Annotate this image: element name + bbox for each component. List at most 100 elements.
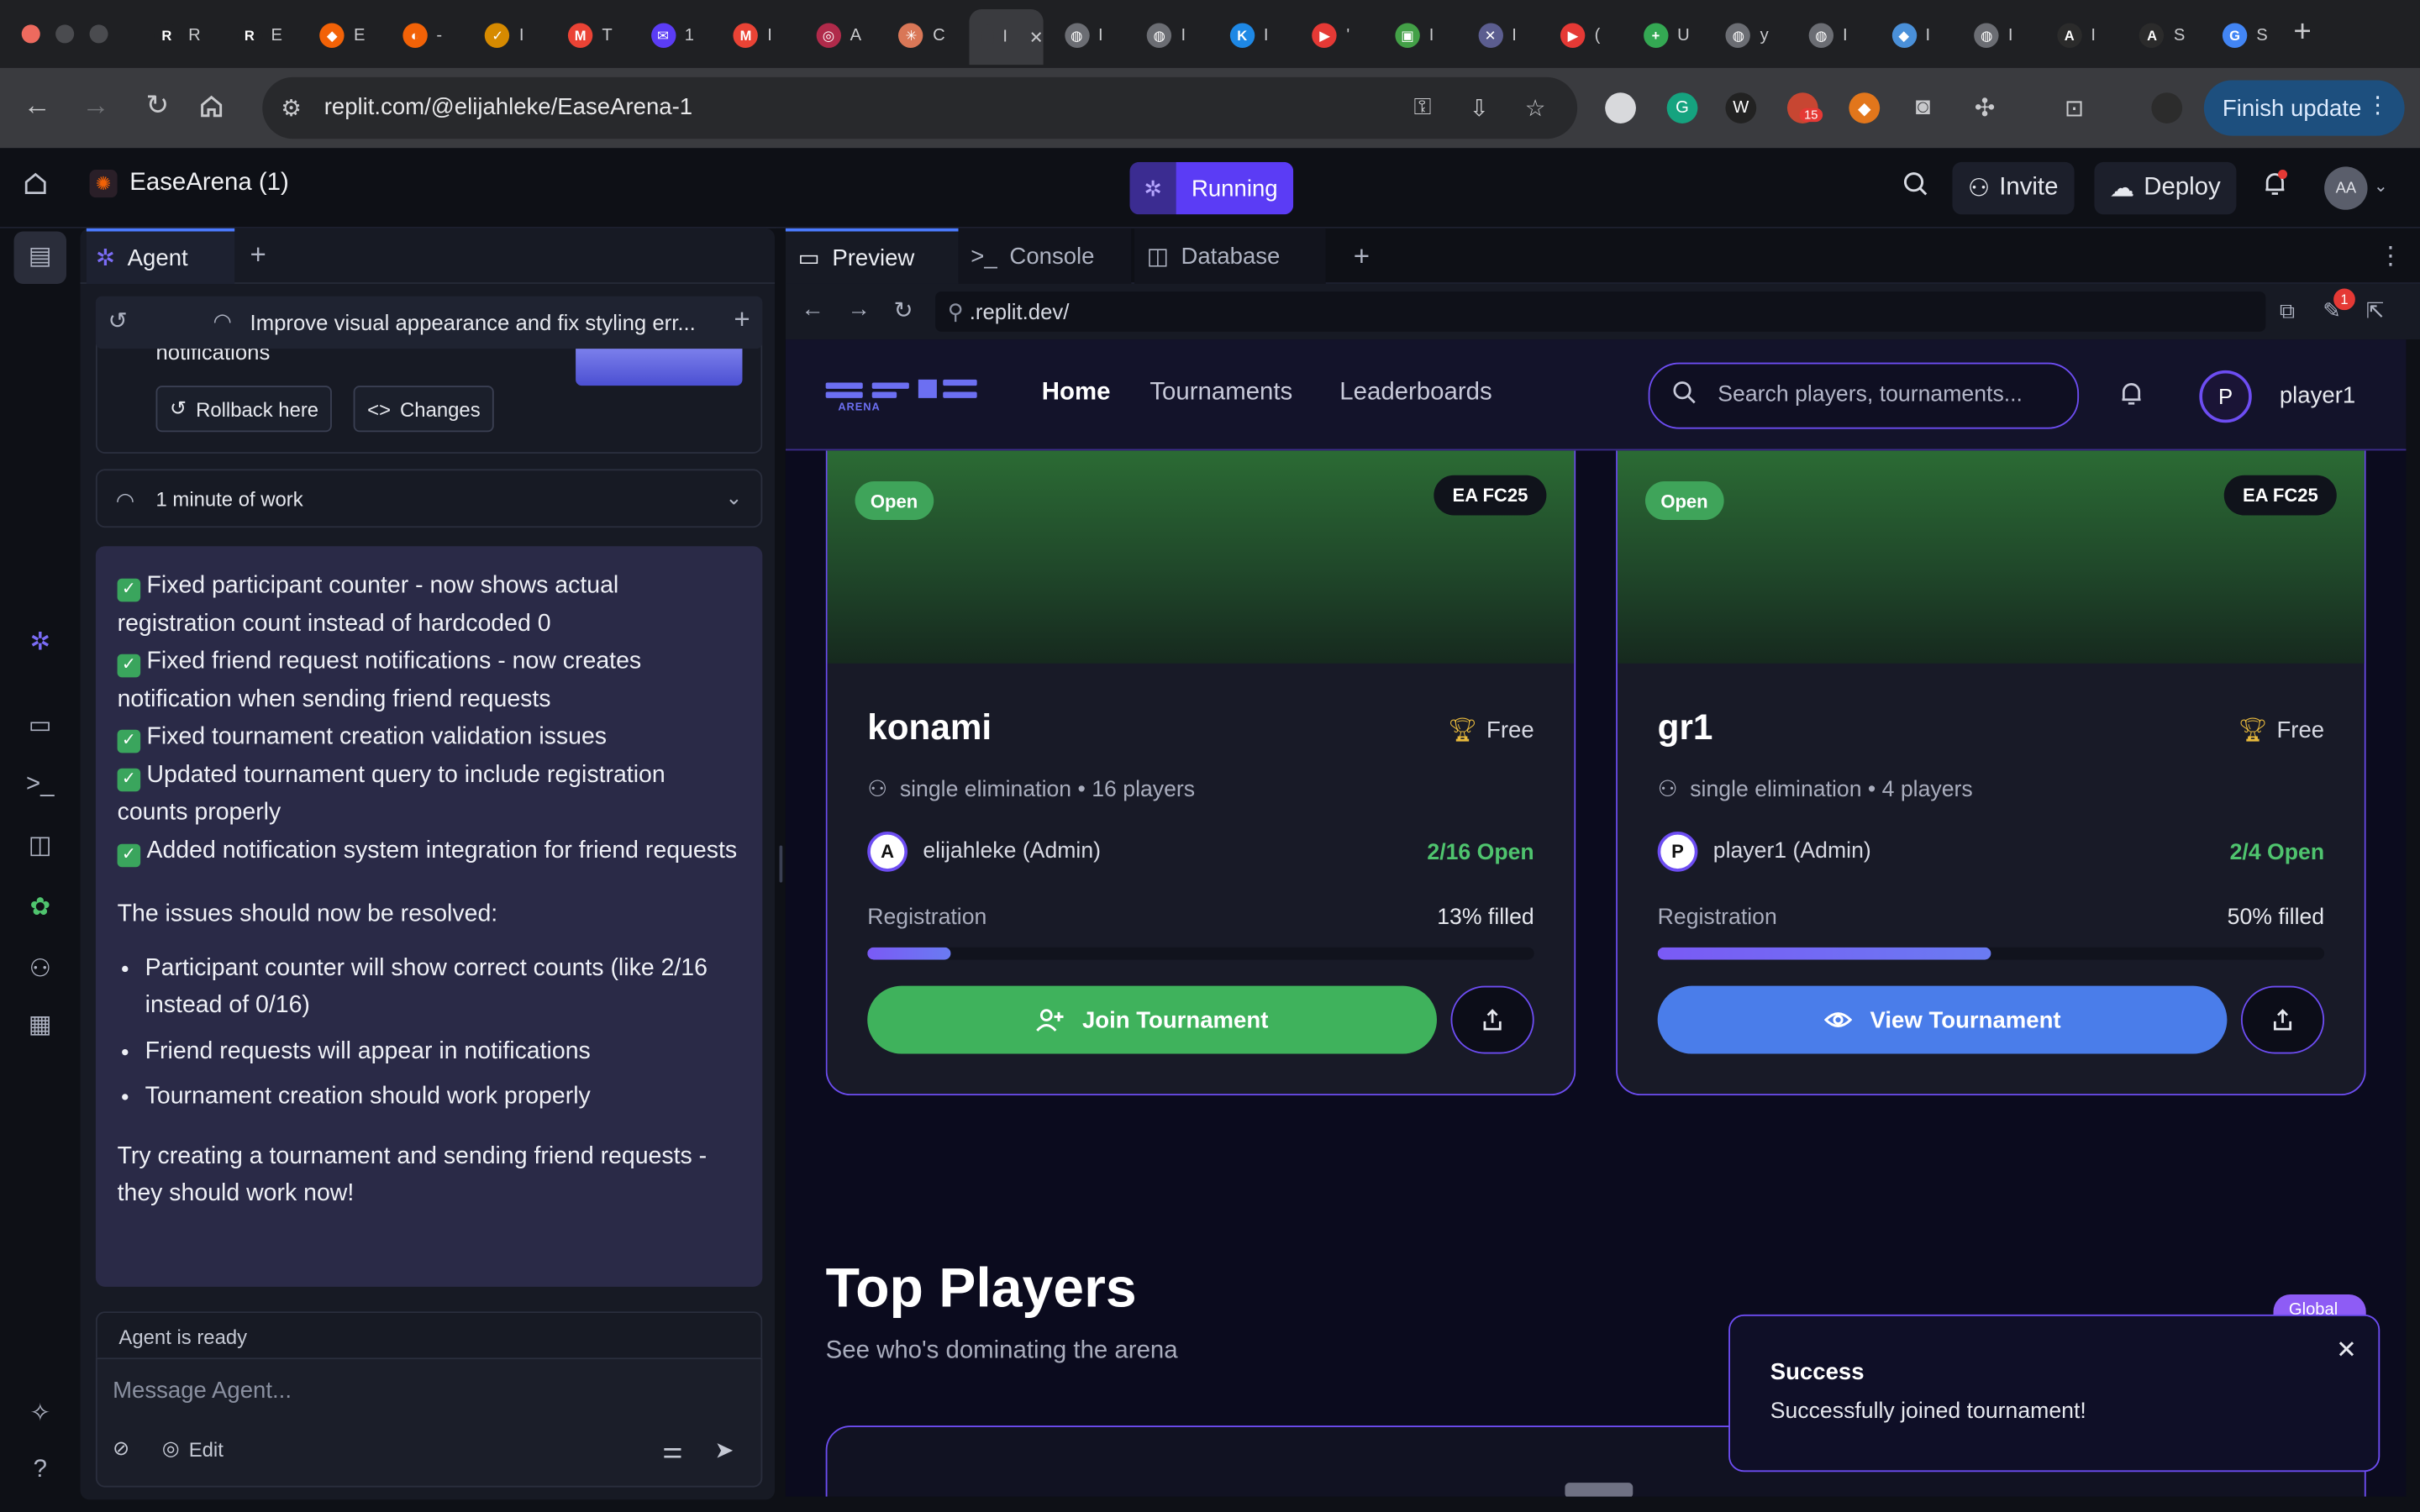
- minimize-window-button[interactable]: [55, 24, 75, 44]
- chevron-down-icon[interactable]: ⌄: [2374, 176, 2388, 196]
- camera-icon[interactable]: ◙: [1907, 92, 1939, 123]
- preview-url-field[interactable]: ⚲ .replit.dev/: [935, 291, 2266, 332]
- new-thread-button[interactable]: +: [734, 304, 750, 337]
- reload-icon[interactable]: ↻: [139, 90, 176, 123]
- metamask-icon[interactable]: ◆: [1849, 92, 1881, 123]
- browser-tab[interactable]: ✓ I: [473, 13, 544, 59]
- browser-tab[interactable]: ◍ I: [1962, 13, 2033, 59]
- browser-tab[interactable]: ✳ C: [886, 13, 957, 59]
- nav-home[interactable]: Home: [1042, 380, 1111, 407]
- install-app-icon[interactable]: ⇩: [1470, 94, 1489, 122]
- repl-name[interactable]: ✺ EaseArena (1): [89, 170, 289, 198]
- tab-agent[interactable]: ✲ Agent: [86, 228, 235, 284]
- agent-icon[interactable]: ✲: [24, 627, 55, 658]
- bookmark-star-icon[interactable]: ☆: [1525, 94, 1546, 122]
- deploy-button[interactable]: ☁ Deploy: [2094, 161, 2237, 215]
- browser-tab[interactable]: AI: [2044, 13, 2115, 59]
- new-tab-button[interactable]: +: [2293, 15, 2311, 50]
- wordpress-icon[interactable]: W: [1725, 92, 1757, 123]
- changes-button[interactable]: <> Changes: [353, 386, 495, 433]
- browser-tab[interactable]: ▶(: [1549, 13, 1619, 59]
- rollback-button[interactable]: ↺ Rollback here: [155, 386, 333, 433]
- terminal-icon[interactable]: >_: [24, 771, 55, 799]
- tournament-action-button[interactable]: Join Tournament: [867, 985, 1437, 1054]
- settings-sliders-icon[interactable]: ⚌: [662, 1436, 683, 1464]
- browser-tab[interactable]: ◍ I: [1052, 13, 1123, 59]
- home-icon[interactable]: [197, 90, 234, 121]
- password-key-icon[interactable]: ⚿: [1413, 94, 1431, 120]
- back-icon[interactable]: ←: [18, 90, 55, 123]
- maximize-window-button[interactable]: [89, 24, 108, 44]
- send-icon[interactable]: ➤: [714, 1436, 734, 1464]
- attach-icon[interactable]: ⊘: [113, 1436, 129, 1461]
- extension-badge-icon[interactable]: 15: [1786, 92, 1823, 123]
- work-summary[interactable]: ◠ 1 minute of work ⌄: [95, 469, 763, 528]
- tab-search-icon[interactable]: ⊡: [2059, 92, 2090, 123]
- player-username[interactable]: player1: [2280, 383, 2355, 409]
- history-icon[interactable]: ↺: [108, 307, 128, 334]
- all-tools-grid-icon[interactable]: ▦: [24, 1009, 55, 1040]
- notifications-bell-icon[interactable]: [2119, 380, 2144, 407]
- browser-tab[interactable]: ◎ A: [804, 13, 875, 59]
- users-icon[interactable]: ⚇: [24, 953, 55, 984]
- alerts-icon[interactable]: ✧: [24, 1398, 55, 1429]
- agent-thread-header[interactable]: ↺ ◠ Improve visual appearance and fix st…: [95, 296, 763, 349]
- deployments-icon[interactable]: ✿: [24, 892, 55, 923]
- browser-tab[interactable]: MT: [555, 13, 626, 59]
- tournament-card[interactable]: Open EA FC25 gr1 🏆︎ Free ⚇ single elimination …: [1616, 450, 2366, 1096]
- nav-tournaments[interactable]: Tournaments: [1150, 380, 1292, 407]
- player-avatar[interactable]: P: [2199, 370, 2252, 423]
- devices-icon[interactable]: ⧉: [2280, 297, 2295, 323]
- forward-icon[interactable]: →: [847, 297, 871, 323]
- browser-tab[interactable]: ▶ ': [1300, 13, 1370, 59]
- tab-console[interactable]: >_ Console: [958, 228, 1132, 284]
- finish-update-button[interactable]: Finish update ⋮: [2203, 80, 2405, 136]
- site-settings-icon[interactable]: ⚙: [281, 94, 302, 122]
- browser-tab[interactable]: I ✕: [969, 9, 1044, 66]
- database-icon[interactable]: ◫: [24, 830, 55, 861]
- message-agent-input[interactable]: [113, 1378, 746, 1404]
- browser-tab[interactable]: ◍ I: [1134, 13, 1205, 59]
- user-avatar[interactable]: AA: [2324, 166, 2368, 210]
- preview-monitor-icon[interactable]: ▭: [24, 710, 55, 741]
- tournament-action-button[interactable]: View Tournament: [1657, 985, 2228, 1054]
- add-tab-button[interactable]: +: [250, 239, 266, 272]
- browser-tab[interactable]: ◆ E: [308, 13, 378, 59]
- extensions-puzzle-icon[interactable]: ✣: [1970, 92, 2001, 123]
- run-status-button[interactable]: ✲ Running: [1129, 161, 1293, 215]
- browser-tab[interactable]: GS: [2210, 13, 2281, 59]
- search-icon[interactable]: [1902, 170, 1929, 197]
- home-icon[interactable]: [22, 170, 50, 197]
- more-vertical-icon[interactable]: ⋮: [2366, 228, 2402, 284]
- forward-icon[interactable]: →: [77, 90, 114, 123]
- files-panel-icon[interactable]: ▤: [13, 231, 66, 284]
- add-tab-button[interactable]: +: [1341, 228, 1370, 284]
- close-icon[interactable]: ✕: [2336, 1335, 2357, 1366]
- browser-tab[interactable]: MI: [721, 13, 792, 59]
- nav-leaderboards[interactable]: Leaderboards: [1339, 380, 1491, 407]
- browser-tab[interactable]: ◍ I: [1797, 13, 1867, 59]
- tab-database[interactable]: ◫ Database: [1134, 228, 1326, 284]
- tab-preview[interactable]: ▭ Preview: [785, 228, 959, 284]
- open-external-icon[interactable]: ⇱: [2366, 297, 2385, 323]
- reload-icon[interactable]: ↻: [893, 297, 913, 323]
- back-icon[interactable]: ←: [801, 297, 824, 323]
- help-icon[interactable]: ?: [24, 1457, 55, 1484]
- invite-button[interactable]: ⚇ Invite: [1952, 161, 2074, 215]
- browser-tab[interactable]: ▣ I: [1383, 13, 1454, 59]
- grammarly-icon[interactable]: G: [1666, 92, 1698, 123]
- extension-icon[interactable]: [1605, 92, 1636, 123]
- profile-avatar[interactable]: [2151, 92, 2183, 123]
- browser-tab[interactable]: AS: [2128, 13, 2198, 59]
- address-bar[interactable]: ⚙ replit.com/@elijahleke/EaseArena-1 ⚿ ⇩…: [262, 76, 1578, 139]
- close-window-button[interactable]: [21, 24, 40, 44]
- app-logo[interactable]: ARENA: [825, 373, 981, 419]
- close-tab-icon[interactable]: ✕: [1029, 27, 1044, 47]
- browser-tab[interactable]: ✕ I: [1465, 13, 1536, 59]
- panel-resize-handle[interactable]: [776, 228, 786, 1512]
- browser-tab[interactable]: RR: [142, 13, 213, 59]
- browser-tab[interactable]: ◍ y: [1713, 13, 1784, 59]
- browser-tab[interactable]: RE: [224, 13, 295, 59]
- browser-tab[interactable]: + U: [1631, 13, 1702, 59]
- share-button[interactable]: [1450, 985, 1534, 1054]
